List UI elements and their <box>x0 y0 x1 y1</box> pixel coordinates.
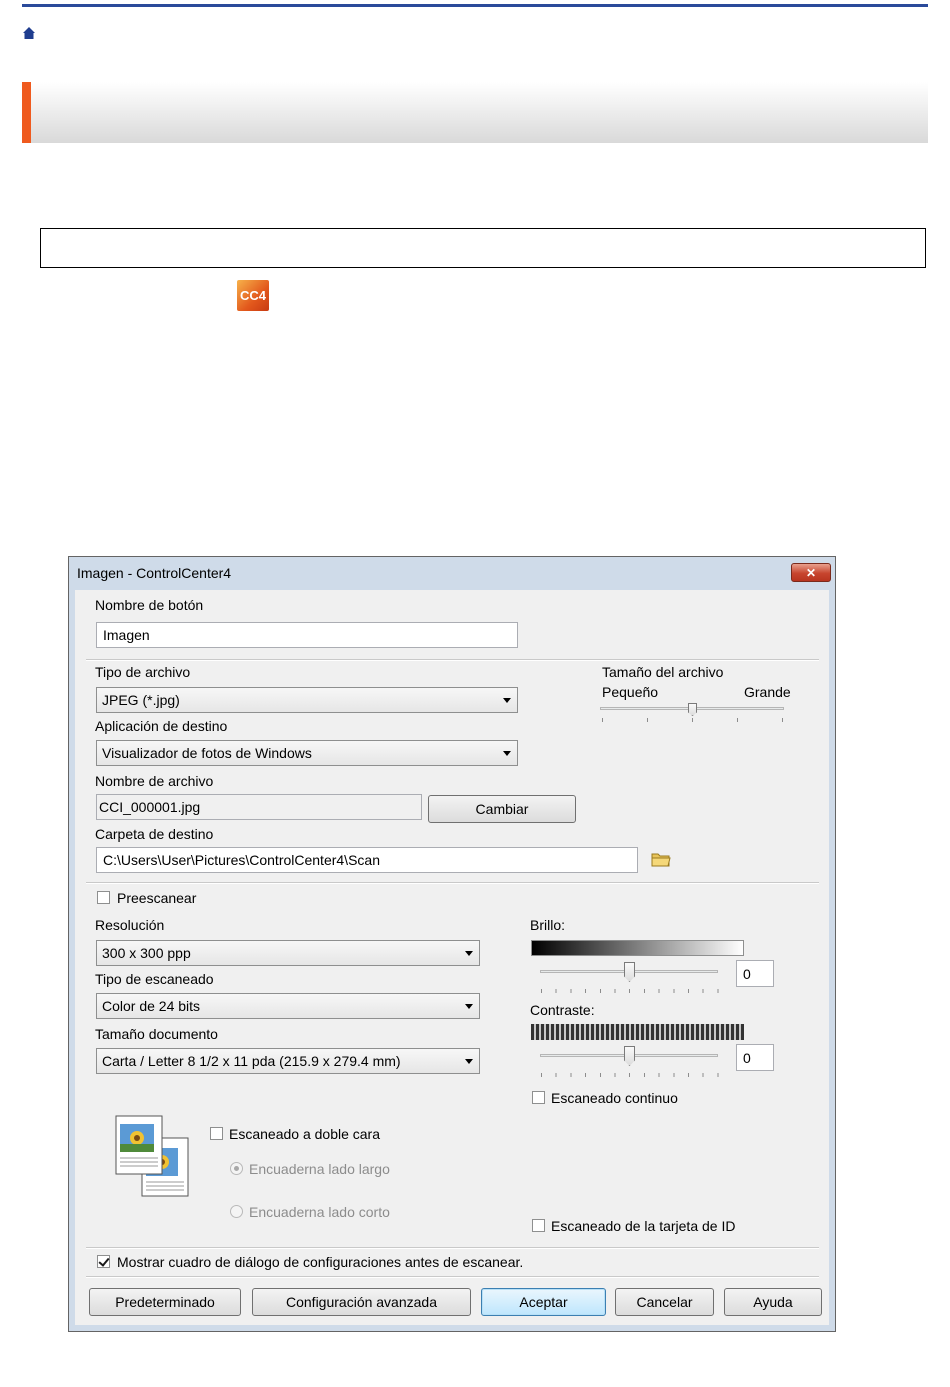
slider-tick <box>737 718 738 722</box>
cc4-icon: CC4 <box>237 280 269 311</box>
target-app-select[interactable]: Visualizador de fotos de Windows <box>96 740 518 766</box>
file-name-field: CCI_000001.jpg <box>96 794 422 820</box>
short-edge-radio[interactable] <box>230 1205 243 1218</box>
slider-tick <box>692 718 693 722</box>
page-title-bar <box>22 82 928 143</box>
scan-type-select[interactable]: Color de 24 bits <box>96 993 480 1019</box>
page-title-accent <box>22 82 31 143</box>
contrast-label: Contraste: <box>530 1002 595 1018</box>
brightness-label: Brillo: <box>530 917 566 933</box>
close-button[interactable]: ✕ <box>791 563 831 582</box>
button-name-label: Nombre de botón <box>95 597 204 613</box>
short-edge-label: Encuaderna lado corto <box>249 1204 390 1220</box>
note-box <box>40 228 926 268</box>
dest-folder-label: Carpeta de destino <box>95 826 214 842</box>
doc-size-select[interactable]: Carta / Letter 8 1/2 x 11 pda (215.9 x 2… <box>96 1048 480 1074</box>
show-dialog-checkbox[interactable] <box>97 1255 110 1268</box>
file-size-label: Tamaño del archivo <box>602 664 724 680</box>
help-button[interactable]: Ayuda <box>724 1288 822 1316</box>
file-name-label: Nombre de archivo <box>95 773 214 789</box>
brightness-gradient <box>531 940 744 956</box>
cancel-button[interactable]: Cancelar <box>615 1288 714 1316</box>
separator <box>86 659 819 661</box>
id-card-checkbox[interactable] <box>532 1219 545 1232</box>
prescan-checkbox[interactable] <box>97 891 110 904</box>
brightness-ticks <box>541 989 719 993</box>
change-filename-button[interactable]: Cambiar <box>428 795 576 823</box>
file-type-label: Tipo de archivo <box>95 664 191 680</box>
duplex-pages-icon <box>115 1115 189 1197</box>
target-app-value: Visualizador de fotos de Windows <box>102 745 312 761</box>
resolution-select[interactable]: 300 x 300 ppp <box>96 940 480 966</box>
target-app-label: Aplicación de destino <box>95 718 228 734</box>
long-edge-label: Encuaderna lado largo <box>249 1161 390 1177</box>
chevron-down-icon <box>465 1004 473 1009</box>
ok-button[interactable]: Aceptar <box>481 1288 606 1316</box>
contrast-pattern <box>531 1024 744 1040</box>
contrast-value[interactable]: 0 <box>736 1044 774 1071</box>
contrast-ticks <box>541 1073 719 1077</box>
doc-size-value: Carta / Letter 8 1/2 x 11 pda (215.9 x 2… <box>102 1053 401 1069</box>
brightness-value[interactable]: 0 <box>736 960 774 987</box>
continuous-scan-label: Escaneado continuo <box>551 1090 678 1106</box>
resolution-value: 300 x 300 ppp <box>102 945 191 961</box>
slider-tick <box>602 718 603 722</box>
default-button[interactable]: Predeterminado <box>89 1288 241 1316</box>
separator <box>86 1276 819 1278</box>
resolution-label: Resolución <box>95 917 165 933</box>
slider-tick <box>647 718 648 722</box>
file-type-value: JPEG (*.jpg) <box>102 692 180 708</box>
file-size-max-label: Grande <box>744 684 791 700</box>
advanced-settings-button[interactable]: Configuración avanzada <box>252 1288 471 1316</box>
home-icon[interactable] <box>22 26 36 40</box>
chevron-down-icon <box>503 751 511 756</box>
continuous-scan-checkbox[interactable] <box>532 1091 545 1104</box>
id-card-label: Escaneado de la tarjeta de ID <box>551 1218 736 1234</box>
duplex-label: Escaneado a doble cara <box>229 1126 380 1142</box>
file-size-min-label: Pequeño <box>602 684 659 700</box>
separator <box>86 882 819 884</box>
separator <box>86 1247 819 1249</box>
long-edge-radio[interactable] <box>230 1162 243 1175</box>
dialog-title: Imagen - ControlCenter4 <box>77 565 232 581</box>
slider-tick <box>782 718 783 722</box>
prescan-label: Preescanear <box>117 890 197 906</box>
button-name-input[interactable]: Imagen <box>96 622 518 648</box>
chevron-down-icon <box>465 1059 473 1064</box>
scan-type-value: Color de 24 bits <box>102 998 201 1014</box>
show-dialog-label: Mostrar cuadro de diálogo de configuraci… <box>117 1254 524 1270</box>
doc-size-label: Tamaño documento <box>95 1026 218 1042</box>
chevron-down-icon <box>503 698 511 703</box>
top-rule <box>22 4 928 7</box>
scan-type-label: Tipo de escaneado <box>95 971 214 987</box>
file-type-select[interactable]: JPEG (*.jpg) <box>96 687 518 713</box>
chevron-down-icon <box>465 951 473 956</box>
dest-folder-input[interactable]: C:\Users\User\Pictures\ControlCenter4\Sc… <box>96 847 638 873</box>
duplex-checkbox[interactable] <box>210 1127 223 1140</box>
folder-icon[interactable] <box>651 851 671 868</box>
